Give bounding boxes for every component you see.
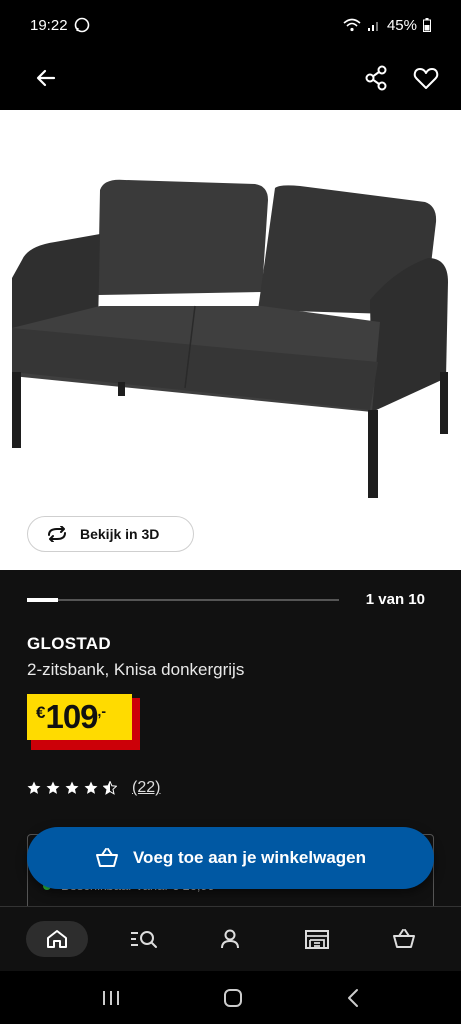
- sofa-image: [12, 179, 448, 498]
- profile-icon: [221, 929, 240, 949]
- nav-store[interactable]: [286, 921, 348, 957]
- price-integer: 109: [45, 698, 98, 735]
- nav-profile[interactable]: [199, 921, 261, 957]
- home-icon: [47, 930, 68, 948]
- wifi-icon: [343, 18, 361, 32]
- signal-icon: [367, 22, 378, 31]
- progress-fill: [27, 598, 59, 602]
- battery-percent: 45%: [386, 16, 417, 34]
- star-icon: [27, 781, 41, 794]
- share-icon[interactable]: [360, 62, 392, 94]
- bottom-navigation: [0, 906, 461, 971]
- product-image-carousel[interactable]: Bekijk in 3D: [0, 110, 461, 570]
- view-3d-button[interactable]: Bekijk in 3D: [27, 516, 194, 552]
- basket-icon: [95, 848, 118, 867]
- star-icon: [65, 781, 79, 794]
- battery-icon: [423, 18, 431, 32]
- store-icon: [305, 930, 330, 949]
- view-3d-label: Bekijk in 3D: [80, 526, 160, 542]
- status-time: 19:22: [30, 16, 68, 34]
- home-button-icon[interactable]: [223, 988, 243, 1008]
- half-star-icon: [103, 781, 117, 795]
- nav-home[interactable]: [26, 921, 89, 957]
- recent-apps-icon[interactable]: [101, 989, 121, 1007]
- back-button-icon[interactable]: [346, 988, 360, 1008]
- favorite-heart-icon[interactable]: [410, 62, 442, 94]
- carousel-counter: 1 van 10: [365, 591, 425, 608]
- app-bar: [0, 50, 461, 110]
- search-icon: [130, 931, 157, 948]
- star-icon: [84, 781, 98, 794]
- add-to-cart-button[interactable]: Voeg toe aan je winkelwagen: [27, 827, 434, 889]
- system-navigation: [0, 971, 461, 1024]
- product-description: 2-zitsbank, Knisa donkergrijs: [27, 660, 245, 679]
- basket-icon: [392, 929, 415, 948]
- back-arrow-icon[interactable]: [30, 62, 62, 94]
- price-box: € 109 ,-: [27, 694, 132, 740]
- price-decimal: ,-: [97, 703, 107, 719]
- whatsapp-icon: [74, 17, 89, 33]
- price-currency: €: [36, 703, 46, 722]
- status-bar: 19:22 45%: [0, 0, 461, 50]
- nav-basket[interactable]: [373, 921, 435, 957]
- rating[interactable]: (22): [27, 779, 160, 797]
- nav-search[interactable]: [113, 921, 175, 957]
- carousel-progress: 1 van 10: [27, 590, 437, 612]
- rating-count[interactable]: (22): [132, 779, 160, 797]
- rotate-3d-icon: [48, 526, 66, 542]
- star-icon: [46, 781, 60, 794]
- progress-track: [27, 599, 339, 601]
- add-to-cart-label: Voeg toe aan je winkelwagen: [132, 848, 367, 867]
- product-name: GLOSTAD: [27, 634, 111, 653]
